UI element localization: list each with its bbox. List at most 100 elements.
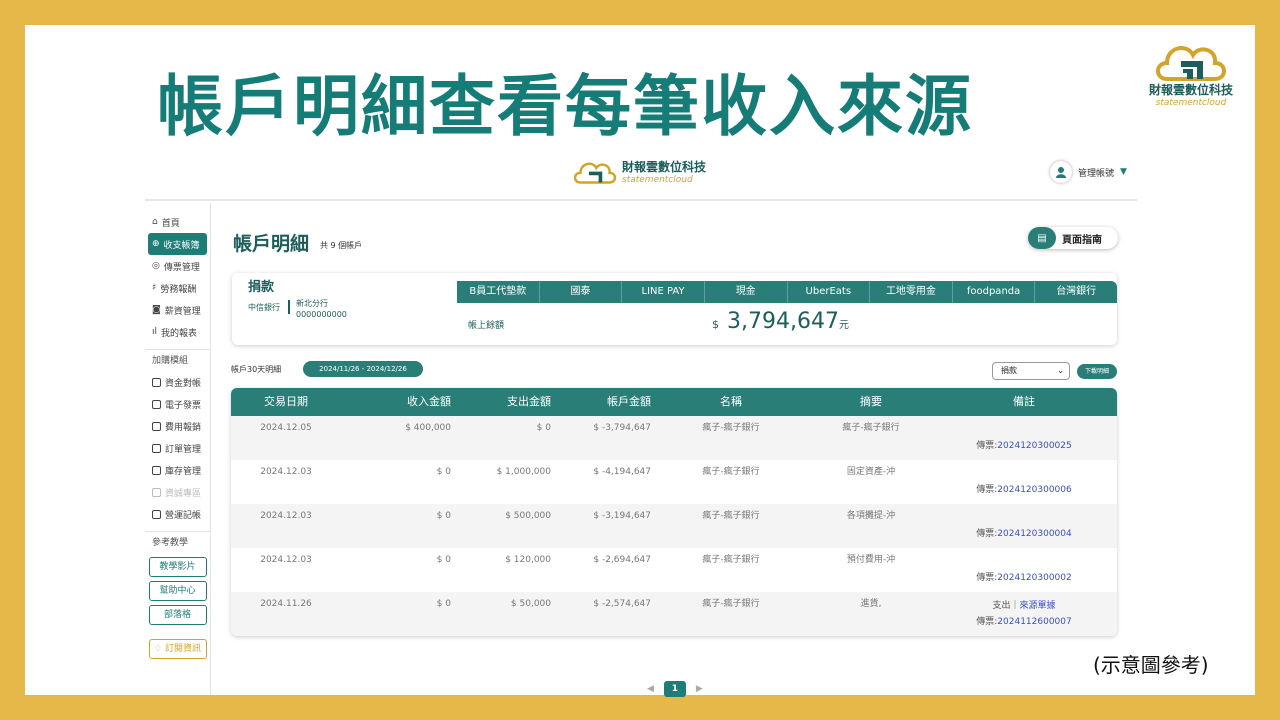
labor-icon: ♯ [152, 283, 157, 293]
memo-extra: 支出｜來源單據 [931, 600, 1117, 612]
subscribe-button[interactable]: ♢ 訂閱資訊 [148, 639, 207, 659]
voucher-link[interactable]: 2024120300006 [997, 485, 1071, 495]
sidebar-item-reconcile[interactable]: 資金對帳 [145, 371, 210, 393]
sidebar-item-expense[interactable]: 費用報銷 [145, 415, 210, 437]
doc-icon [152, 399, 161, 409]
memo-prefix: 傳票: [976, 573, 998, 583]
memo-cell: 傳票:2024120300006 [931, 460, 1117, 504]
top-brand[interactable]: 財報雲數位科技 statementcloud [572, 155, 706, 187]
tab-account[interactable]: foodpanda [953, 281, 1036, 303]
illustration-note: (示意圖參考) [1093, 653, 1209, 677]
voucher-link[interactable]: 2024120300025 [997, 441, 1071, 451]
top-brand-en: statementcloud [622, 174, 693, 185]
sidebar-item-label: 資誠專區 [165, 488, 202, 499]
income-cell: $ 0 [436, 599, 451, 609]
tab-account[interactable]: LINE PAY [622, 281, 705, 303]
memo-cell: 傳票:2024120300004 [931, 504, 1117, 548]
voucher-link[interactable]: 2024112600007 [997, 617, 1071, 627]
sidebar-item-ops[interactable]: 營運記帳 [145, 503, 210, 525]
date-range-picker[interactable]: 2024/11/26 - 2024/12/26 [303, 361, 423, 377]
sidebar-item-label: 庫存管理 [165, 466, 202, 477]
help-center-button[interactable]: 幫助中心 [148, 581, 207, 601]
page-number-button[interactable]: 1 [663, 681, 686, 697]
date-cell: 2024.11.26 [260, 599, 312, 609]
history-label: 帳戶30天明細 [231, 365, 282, 374]
cloud-logo-icon [1156, 46, 1226, 81]
blog-button[interactable]: 部落格 [148, 605, 207, 625]
tab-account[interactable]: B員工代墊款 [457, 281, 540, 303]
expense-cell: $ 50,000 [510, 599, 551, 609]
memo-prefix: 傳票: [976, 485, 998, 495]
memo-prefix: 傳票: [976, 617, 998, 627]
user-menu[interactable]: 管理帳號 ▼ [1050, 161, 1127, 183]
balance-cell: $ -2,574,647 [593, 599, 651, 609]
prev-page-icon[interactable]: ◀ [647, 684, 654, 694]
account-info: 捐款 中信銀行 新北分行 0000000000 [232, 273, 457, 345]
account-count: 共 9 個帳戶 [320, 241, 363, 250]
coin-icon: ⊕ [152, 239, 160, 249]
sidebar-section-modules: 加購模組 [145, 349, 210, 371]
table-row[interactable]: 2024.11.26 $ 0 $ 50,000 $ -2,574,647 瘋子-… [231, 592, 1117, 636]
pagination: ◀ 1 ▶ [647, 681, 703, 697]
sidebar-item-inventory[interactable]: 庫存管理 [145, 459, 210, 481]
sidebar-item-label: 薪資管理 [164, 306, 201, 317]
tab-account[interactable]: 台灣銀行 [1035, 281, 1117, 303]
download-button[interactable]: 下載明細 [1077, 364, 1117, 379]
page-guide-button[interactable]: ▤ 頁面指南 [1028, 227, 1118, 249]
sidebar-item-orders[interactable]: 訂單管理 [145, 437, 210, 459]
tab-account[interactable]: 國泰 [540, 281, 623, 303]
voucher-icon: ◎ [152, 261, 160, 271]
chart-icon: ıl [152, 327, 158, 337]
balance-amount: 3,794,647 [727, 309, 839, 334]
name-cell: 瘋子-瘋子銀行 [702, 599, 760, 609]
brand-logo: 財報雲數位科技 statementcloud [1143, 35, 1239, 108]
memo-cell: 傳票:2024120300002 [931, 548, 1117, 592]
tab-account[interactable]: 工地零用金 [870, 281, 953, 303]
memo-prefix: 傳票: [976, 529, 998, 539]
sidebar-item-salary[interactable]: ◙ 薪資管理 [145, 299, 210, 321]
sidebar-item-label: 費用報銷 [165, 422, 202, 433]
account-select-value: 捐款 [1001, 366, 1017, 375]
sidebar: ⌂ 首頁 ⊕ 收支帳簿 ◎ 傳票管理 ♯ 勞務報酬 ◙ 薪資管理 ıl 我的報表 加購模組 … [145, 203, 211, 695]
sidebar-item-label: 電子發票 [165, 400, 202, 411]
page-guide-label: 頁面指南 [1062, 234, 1102, 246]
user-label: 管理帳號 [1078, 168, 1115, 179]
sidebar-item-home[interactable]: ⌂ 首頁 [145, 211, 210, 233]
diamond-icon: ♢ [154, 644, 165, 654]
salary-icon: ◙ [152, 305, 161, 315]
subscribe-label: 訂閱資訊 [164, 644, 201, 654]
col-header: 備註 [1013, 395, 1035, 408]
account-name: 捐款 [248, 280, 275, 295]
slide-headline: 帳戶明細查看每筆收入來源 [157, 68, 973, 145]
sidebar-item-ledger[interactable]: ⊕ 收支帳簿 [148, 233, 207, 255]
voucher-link[interactable]: 2024120300002 [997, 573, 1071, 583]
chevron-down-icon: ▼ [1120, 167, 1127, 177]
home-icon: ⌂ [152, 217, 158, 227]
sidebar-item-voucher[interactable]: ◎ 傳票管理 [145, 255, 210, 277]
next-page-icon[interactable]: ▶ [696, 684, 703, 694]
transactions-table: 交易日期 收入金額 支出金額 帳戶金額 名稱 摘要 備註 2024.12.05 … [231, 388, 1117, 636]
balance-value: $3,794,647元 [712, 309, 849, 334]
avatar [1050, 161, 1072, 183]
doc-icon [152, 377, 161, 387]
account-bank: 中信銀行 [248, 303, 280, 312]
account-number: 0000000000 [296, 310, 347, 319]
source-doc-link[interactable]: 來源單據 [1020, 601, 1056, 611]
sidebar-item-pwc[interactable]: 資誠專區 [145, 481, 210, 503]
tab-account[interactable]: UberEats [788, 281, 871, 303]
tab-account[interactable]: 現金 [705, 281, 788, 303]
doc-icon [152, 465, 161, 475]
balance-unit: 元 [838, 320, 849, 331]
account-card: 捐款 中信銀行 新北分行 0000000000 B員工代墊款 國泰 LINE P… [232, 273, 1117, 345]
book-icon: ▤ [1028, 227, 1056, 249]
sidebar-item-reports[interactable]: ıl 我的報表 [145, 321, 210, 343]
tutorial-video-button[interactable]: 教學影片 [148, 557, 207, 577]
sidebar-item-label: 資金對帳 [165, 378, 202, 389]
sidebar-item-labor[interactable]: ♯ 勞務報酬 [145, 277, 210, 299]
account-select[interactable]: 捐款 ⌄ [992, 362, 1070, 380]
memo-prefix: 傳票: [976, 441, 998, 451]
voucher-link[interactable]: 2024120300004 [997, 529, 1071, 539]
sidebar-item-einvoice[interactable]: 電子發票 [145, 393, 210, 415]
brand-name-en: statementcloud [1155, 98, 1227, 108]
account-tabs: B員工代墊款 國泰 LINE PAY 現金 UberEats 工地零用金 foo… [457, 281, 1117, 303]
